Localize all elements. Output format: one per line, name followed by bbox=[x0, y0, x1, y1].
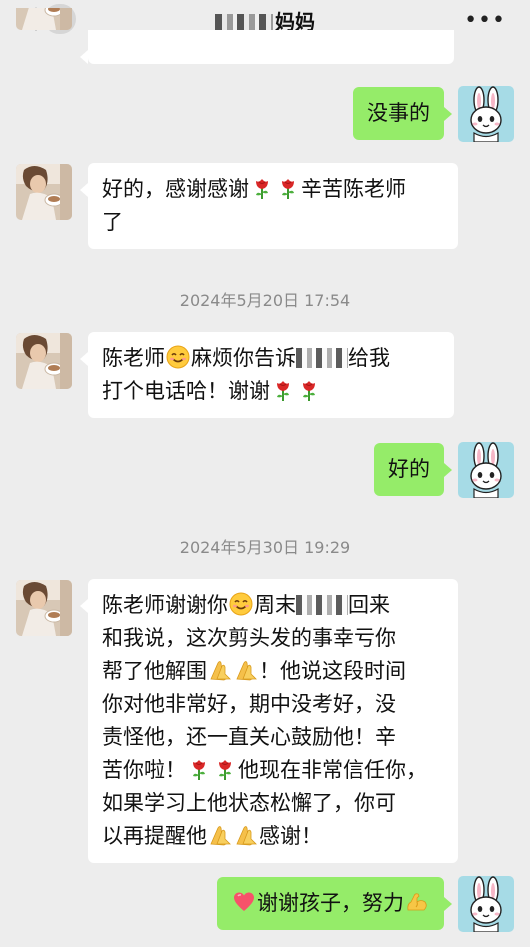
heart-emoji-icon bbox=[232, 890, 256, 914]
message-text: 周末 bbox=[254, 593, 296, 617]
message-text: 如果学习上他状态松懈了，你可 bbox=[102, 791, 396, 815]
rose-emoji-icon bbox=[250, 176, 274, 200]
timestamp: 2024年5月20日 17:54 bbox=[179, 291, 351, 310]
message-text: 打个电话哈！谢谢 bbox=[102, 379, 270, 403]
contact-photo-icon bbox=[16, 8, 72, 30]
message-bubble-sent[interactable]: 好的 bbox=[374, 443, 452, 496]
message-text: 以再提醒他 bbox=[102, 824, 207, 848]
redacted-name bbox=[215, 14, 273, 30]
contact-photo-icon bbox=[16, 580, 72, 636]
redacted-name bbox=[296, 595, 348, 615]
message-bubble-received[interactable]: 好的，感谢感谢 辛苦陈老师了 bbox=[80, 163, 458, 249]
message-bubble-received[interactable]: 陈老师谢谢你 周末 回来 和我说，这次剪头发的事幸亏你 帮了他解围 ！他说这段时间 你… bbox=[80, 579, 458, 863]
message-text: 苦你啦！ bbox=[102, 758, 186, 782]
message-text: 感谢！ bbox=[259, 824, 322, 848]
message-text: 了 bbox=[102, 210, 123, 234]
rose-emoji-icon bbox=[187, 757, 211, 781]
bunny-avatar-icon bbox=[458, 876, 514, 932]
avatar-contact[interactable] bbox=[16, 333, 72, 389]
rose-emoji-icon bbox=[271, 378, 295, 402]
message-text: 责怪他，还一直关心鼓励他！辛 bbox=[102, 725, 396, 749]
avatar-contact[interactable] bbox=[16, 580, 72, 636]
message-text: 好的 bbox=[388, 457, 430, 481]
bunny-avatar-icon bbox=[458, 86, 514, 142]
message-text: 辛苦陈老师 bbox=[301, 177, 406, 201]
message-text: 回来 bbox=[348, 593, 390, 617]
message-bubble-sent[interactable]: 没事的 bbox=[353, 87, 452, 140]
contact-photo-icon bbox=[16, 164, 72, 220]
message-text: 帮了他解围 bbox=[102, 659, 207, 683]
praying-hands-emoji-icon bbox=[234, 658, 258, 682]
message-text: 和我说，这次剪头发的事幸亏你 bbox=[102, 626, 396, 650]
more-options-button[interactable]: ••• bbox=[464, 8, 506, 33]
message-bubble-received[interactable]: 陈老师 麻烦你告诉 给我打个电话哈！谢谢 bbox=[80, 332, 454, 418]
message-text: 陈老师谢谢你 bbox=[102, 593, 228, 617]
message-text: 你对他非常好，期中没考好，没 bbox=[102, 692, 396, 716]
avatar-self[interactable] bbox=[458, 86, 514, 142]
avatar-contact[interactable] bbox=[16, 8, 72, 30]
message-text: 陈老师 bbox=[102, 346, 165, 370]
rose-emoji-icon bbox=[297, 378, 321, 402]
smile-emoji-icon bbox=[166, 345, 190, 369]
more-dots-icon: ••• bbox=[464, 8, 506, 33]
smile-emoji-icon bbox=[229, 592, 253, 616]
message-bubble-sent[interactable]: 谢谢孩子，努力 bbox=[217, 877, 452, 930]
flexed-biceps-emoji-icon bbox=[405, 890, 429, 914]
message-text: 给我 bbox=[348, 346, 390, 370]
rose-emoji-icon bbox=[213, 757, 237, 781]
message-text: 谢谢孩子，努力 bbox=[257, 891, 404, 915]
message-text: 好的，感谢感谢 bbox=[102, 177, 249, 201]
avatar-self[interactable] bbox=[458, 876, 514, 932]
contact-photo-icon bbox=[16, 333, 72, 389]
avatar-contact[interactable] bbox=[16, 164, 72, 220]
rose-emoji-icon bbox=[276, 176, 300, 200]
bunny-avatar-icon bbox=[458, 442, 514, 498]
message-text: 他现在非常信任你， bbox=[238, 758, 427, 782]
redacted-name bbox=[296, 348, 348, 368]
message-bubble-partial[interactable] bbox=[80, 30, 454, 64]
message-text: 麻烦你告诉 bbox=[191, 346, 296, 370]
timestamp: 2024年5月30日 19:29 bbox=[179, 538, 351, 557]
message-text: 没事的 bbox=[367, 101, 430, 125]
praying-hands-emoji-icon bbox=[234, 823, 258, 847]
praying-hands-emoji-icon bbox=[208, 823, 232, 847]
message-text: ！他说这段时间 bbox=[259, 659, 406, 683]
avatar-self[interactable] bbox=[458, 442, 514, 498]
praying-hands-emoji-icon bbox=[208, 658, 232, 682]
